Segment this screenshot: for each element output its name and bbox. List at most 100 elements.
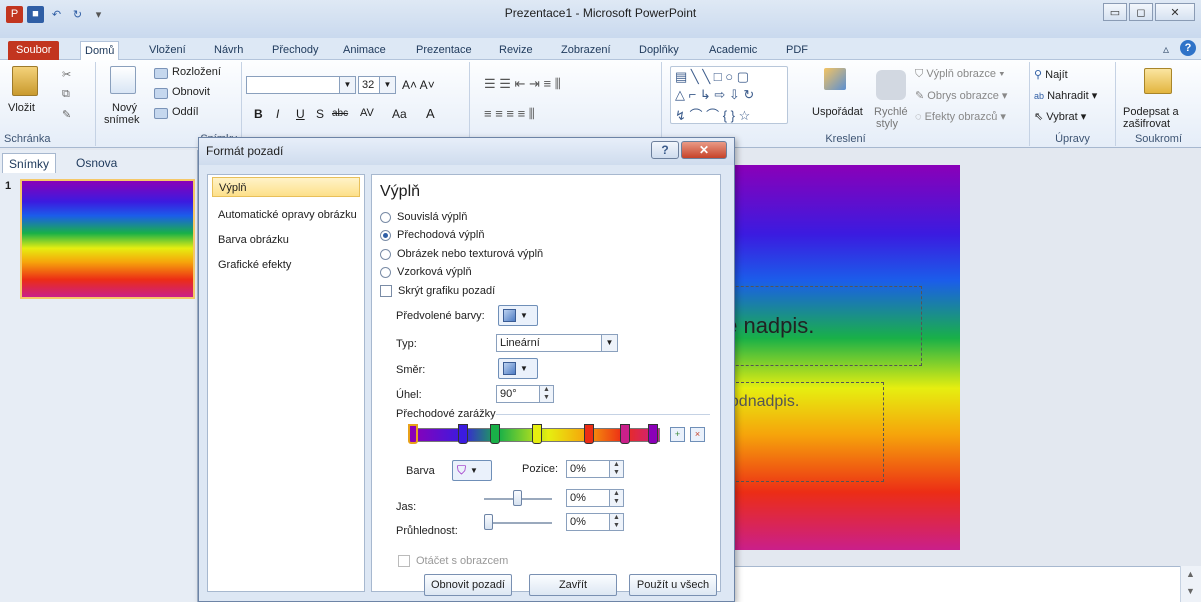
vertical-scrollbar[interactable]: ▲ ▼ xyxy=(1180,566,1201,602)
cut-icon[interactable]: ✂ xyxy=(62,68,71,81)
gradient-stop[interactable] xyxy=(532,424,542,444)
gradient-stop[interactable] xyxy=(584,424,594,444)
remove-stop-icon[interactable]: × xyxy=(690,427,705,442)
apply-to-all-button[interactable]: Použít u všech xyxy=(629,574,717,596)
char-spacing-icon[interactable]: AV xyxy=(360,107,374,119)
notes-pane[interactable] xyxy=(728,566,1201,602)
option-hide-graphics[interactable]: Skrýt grafiku pozadí xyxy=(380,283,495,299)
tab-academic[interactable]: Academic xyxy=(705,41,761,60)
gradient-stop[interactable] xyxy=(648,424,658,444)
shape-outline-button[interactable]: ✎ Obrys obrazce ▾ xyxy=(915,89,1007,102)
direction-button[interactable]: ▼ xyxy=(498,358,538,379)
title-placeholder[interactable]: te nadpis. xyxy=(716,286,922,366)
position-spinner-icon[interactable]: ▲ ▼ xyxy=(609,461,623,477)
pattern-fill-radio[interactable] xyxy=(380,266,391,278)
sign-encrypt-label-1[interactable]: Podepsat a xyxy=(1123,106,1179,118)
layout-button[interactable]: Rozložení xyxy=(172,66,221,78)
hide-graphics-checkbox[interactable] xyxy=(380,285,392,297)
tab-transitions[interactable]: Přechody xyxy=(268,41,322,60)
tab-slideshow[interactable]: Prezentace xyxy=(412,41,476,60)
gradient-fill-radio[interactable] xyxy=(380,229,391,241)
option-pattern-fill[interactable]: Vzorková výplň xyxy=(380,264,472,280)
brightness-slider-knob[interactable] xyxy=(513,490,522,506)
tab-pdf[interactable]: PDF xyxy=(782,41,812,60)
category-picture-corrections[interactable]: Automatické opravy obrázku xyxy=(212,205,360,225)
bold-icon[interactable]: B xyxy=(254,107,263,121)
transparency-spinner-icon[interactable]: ▲ ▼ xyxy=(609,514,623,530)
minimize-button[interactable]: ▭ xyxy=(1103,3,1127,21)
reset-slide-icon[interactable] xyxy=(154,88,168,99)
option-gradient-fill[interactable]: Přechodová výplň xyxy=(380,227,484,243)
italic-icon[interactable]: I xyxy=(276,107,279,121)
select-button[interactable]: ⇖ Vybrat ▾ xyxy=(1034,110,1086,123)
scroll-down-icon[interactable]: ▼ xyxy=(1186,586,1195,596)
layout-icon[interactable] xyxy=(154,68,168,79)
font-color-icon[interactable]: A xyxy=(426,106,435,121)
slide-thumbnail[interactable] xyxy=(20,179,195,299)
format-painter-icon[interactable]: ✎ xyxy=(62,108,71,121)
arrange-button[interactable]: Uspořádat xyxy=(812,106,863,118)
bullets-icon[interactable]: ☰ ☰ ⇤ ⇥ ≡ ⫼ xyxy=(484,76,561,92)
category-fill[interactable]: Výplň xyxy=(212,177,360,197)
add-stop-icon[interactable]: + xyxy=(670,427,685,442)
tab-slides-pane[interactable]: Snímky xyxy=(2,153,57,173)
reset-background-button[interactable]: Obnovit pozadí xyxy=(424,574,512,596)
underline-icon[interactable]: U xyxy=(296,107,305,121)
shadow-icon[interactable]: S xyxy=(316,107,324,121)
category-picture-color[interactable]: Barva obrázku xyxy=(212,230,360,250)
section-button[interactable]: Oddíl xyxy=(172,106,198,118)
shapes-gallery[interactable]: ▤ ╲ ╲ □ ○ ▢ △ ⌐ ↳ ⇨ ⇩ ↻ ↯ ⌒ ⌒ { } ☆ xyxy=(670,66,788,124)
slide-canvas[interactable]: te nadpis. podnadpis. xyxy=(716,165,960,550)
tab-review[interactable]: Revize xyxy=(495,41,537,60)
minimize-ribbon-icon[interactable]: ▵ xyxy=(1163,42,1169,56)
new-slide-label-1[interactable]: Nový xyxy=(112,102,137,114)
find-button[interactable]: ⚲ Najít xyxy=(1034,68,1068,81)
sign-encrypt-label-2[interactable]: zašifrovat xyxy=(1123,118,1170,130)
arrange-icon[interactable] xyxy=(824,68,846,90)
dialog-help-button[interactable]: ? xyxy=(651,141,679,159)
close-button[interactable]: Zavřít xyxy=(529,574,617,596)
section-icon[interactable] xyxy=(154,108,168,119)
new-slide-label-2[interactable]: snímek xyxy=(104,114,139,126)
copy-icon[interactable]: ⧉ xyxy=(62,88,70,101)
paste-label[interactable]: Vložit xyxy=(8,102,35,114)
gradient-stop[interactable] xyxy=(458,424,468,444)
subtitle-placeholder[interactable]: podnadpis. xyxy=(716,382,884,482)
brightness-input[interactable]: 0% ▲ ▼ xyxy=(566,489,624,507)
tab-view[interactable]: Zobrazení xyxy=(557,41,615,60)
transparency-slider[interactable] xyxy=(484,522,552,524)
tab-file[interactable]: Soubor xyxy=(8,41,60,60)
font-size-combo[interactable]: 32 ▼ xyxy=(358,76,396,94)
tab-outline-pane[interactable]: Osnova xyxy=(70,153,123,173)
shape-effects-button[interactable]: ◌ Efekty obrazců ▾ xyxy=(915,110,1006,123)
quick-styles-label-2[interactable]: styly xyxy=(876,118,898,130)
category-artistic-effects[interactable]: Grafické efekty xyxy=(212,255,360,275)
angle-input[interactable]: 90° ▲ ▼ xyxy=(496,385,554,403)
close-window-button[interactable]: ✕ xyxy=(1155,3,1195,21)
replace-button[interactable]: ab Nahradit ▾ xyxy=(1034,89,1097,102)
help-icon[interactable]: ? xyxy=(1180,40,1196,56)
quick-styles-icon[interactable] xyxy=(876,70,906,100)
font-name-combo[interactable]: ▼ xyxy=(246,76,356,94)
grow-font-icon[interactable]: A˄ A˅ xyxy=(402,78,435,92)
picture-fill-radio[interactable] xyxy=(380,248,391,260)
transparency-slider-knob[interactable] xyxy=(484,514,493,530)
brightness-spinner-icon[interactable]: ▲ ▼ xyxy=(609,490,623,506)
position-input[interactable]: 0% ▲ ▼ xyxy=(566,460,624,478)
tab-animations[interactable]: Animace xyxy=(339,41,390,60)
tab-insert[interactable]: Vložení xyxy=(145,41,190,60)
scroll-up-icon[interactable]: ▲ xyxy=(1186,569,1195,579)
gradient-stop[interactable] xyxy=(620,424,630,444)
maximize-button[interactable]: ◻ xyxy=(1129,3,1153,21)
dialog-close-button[interactable]: ✕ xyxy=(681,141,727,159)
shape-fill-button[interactable]: ⛉ Výplň obrazce ▾ xyxy=(915,68,1004,81)
change-case-icon[interactable]: Aa xyxy=(392,107,407,121)
solid-fill-radio[interactable] xyxy=(380,211,391,223)
gradient-stop[interactable] xyxy=(490,424,500,444)
new-slide-icon[interactable] xyxy=(110,66,136,94)
tab-home[interactable]: Domů xyxy=(80,41,120,60)
sign-encrypt-icon[interactable] xyxy=(1144,68,1172,94)
tab-addins[interactable]: Doplňky xyxy=(635,41,683,60)
transparency-input[interactable]: 0% ▲ ▼ xyxy=(566,513,624,531)
preset-colors-button[interactable]: ▼ xyxy=(498,305,538,326)
